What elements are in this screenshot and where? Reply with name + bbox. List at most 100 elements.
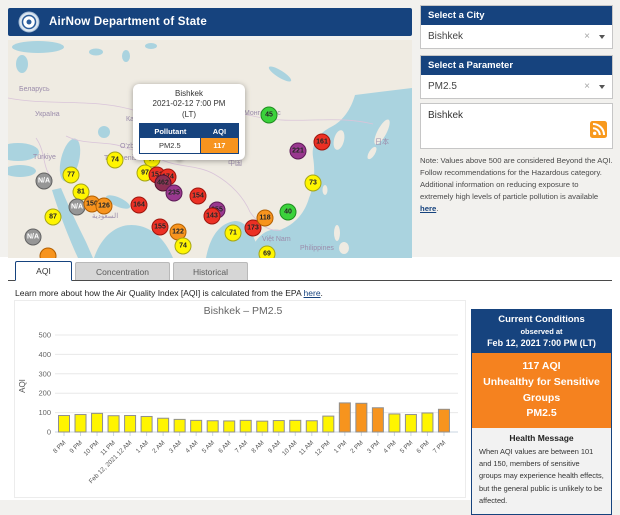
rss-icon [590,121,607,138]
observed-at-datetime: Feb 12, 2021 7:00 PM (LT) [474,338,609,348]
aqi-bar[interactable] [290,420,301,432]
aqi-bar[interactable] [389,414,400,432]
feed-box: Bishkek [420,103,613,149]
aqi-bar[interactable] [438,409,449,432]
aqi-marker[interactable]: N/A [36,173,53,190]
tab-aqi[interactable]: AQI [15,261,72,281]
city-select[interactable]: Bishkek × [421,25,612,48]
aqi-marker[interactable]: 69 [259,246,276,259]
map[interactable]: БеларусьУкраїнаTürkiyeКазахстанO'zbekist… [8,40,412,258]
y-axis-label: AQI [18,379,27,393]
tab-bar: AQI Concentration Historical [8,261,612,281]
x-tick-label: 7 AM [234,439,249,454]
parameter-select[interactable]: PM2.5 × [421,75,612,98]
x-tick-label: 10 PM [82,439,100,457]
aqi-bar[interactable] [92,413,103,432]
tab-concentration[interactable]: Concentration [75,262,170,280]
x-tick-label: 10 AM [281,439,299,457]
x-tick-label: 2 AM [151,439,166,454]
aqi-marker[interactable] [40,248,57,259]
health-message-text: When AQI values are between 101 and 150,… [479,446,604,507]
aqi-marker[interactable]: 161 [314,134,331,151]
x-tick-label: 4 PM [382,439,398,455]
x-tick-label: 8 PM [52,439,68,455]
aqi-marker[interactable]: 71 [225,225,242,242]
rss-feed-button[interactable] [590,121,607,143]
x-tick-label: 6 PM [415,439,431,455]
aqi-bar[interactable] [422,413,433,432]
aqi-marker[interactable]: 118 [257,210,274,227]
aqi-marker[interactable]: 155 [152,219,169,236]
aqi-bar[interactable] [125,416,136,432]
aqi-bar[interactable] [224,421,235,432]
app-title: AirNow Department of State [49,16,207,28]
parameter-clear-icon[interactable]: × [584,82,590,92]
x-tick-label: 8 AM [250,439,265,454]
aqi-marker[interactable]: 221 [290,143,307,160]
aqi-marker[interactable]: 143 [204,208,221,225]
aqi-note-suffix: . [436,204,438,213]
learn-more-text: Learn more about how the Air Quality Ind… [15,288,304,298]
aqi-bar-chart: Bishkek – PM2.5AQI01002003004005008 PM9 … [15,301,465,497]
aqi-marker[interactable]: 235 [166,185,183,202]
aqi-bar[interactable] [356,403,367,432]
aqi-bar[interactable] [257,421,268,432]
learn-more-suffix: . [321,288,323,298]
aqi-bar[interactable] [191,420,202,432]
current-conditions-panel: Current Conditions observed at Feb 12, 2… [471,309,612,515]
aqi-note-link[interactable]: here [420,204,436,213]
popup-aqi-value: 117 [201,138,238,153]
aqi-bar[interactable] [207,421,218,432]
aqi-bar[interactable] [372,408,383,432]
map-popup: Bishkek 2021-02-12 7:00 PM (LT) Pollutan… [133,84,245,160]
select-city-label: Select a City [421,6,612,25]
aqi-bar[interactable] [174,419,185,432]
popup-col-pollutant: Pollutant [140,124,201,138]
aqi-marker[interactable]: 73 [305,175,322,192]
popup-datetime: 2021-02-12 7:00 PM [139,99,239,109]
aqi-bar[interactable] [108,416,119,432]
y-tick-label: 100 [38,408,51,417]
aqi-marker[interactable]: 164 [131,197,148,214]
aqi-marker[interactable]: N/A [25,229,42,246]
aqi-bar[interactable] [339,403,350,432]
aqi-bar[interactable] [75,415,86,432]
aqi-marker[interactable]: 74 [175,238,192,255]
department-of-state-seal-icon [18,11,40,33]
x-tick-label: 12 PM [314,439,332,457]
x-tick-label: 7 PM [432,439,448,455]
aqi-marker[interactable]: 40 [280,204,297,221]
parameter-chevron-down-icon[interactable] [599,85,605,89]
x-tick-label: 1 AM [135,439,150,454]
city-clear-icon[interactable]: × [584,32,590,42]
city-chevron-down-icon[interactable] [599,35,605,39]
aqi-bar[interactable] [306,421,317,432]
aqi-bar[interactable] [323,416,334,432]
aqi-bar[interactable] [59,416,70,432]
aqi-marker[interactable]: 126 [96,198,113,215]
aqi-bar[interactable] [158,418,169,432]
observed-at-label: observed at [474,327,609,336]
aqi-status-block: 117 AQI Unhealthy for Sensitive Groups P… [472,353,611,428]
tab-historical[interactable]: Historical [173,262,248,280]
aqi-marker[interactable]: 45 [261,107,278,124]
x-tick-label: 5 AM [201,439,216,454]
aqi-note: Note: Values above 500 are considered Be… [420,155,613,215]
y-tick-label: 400 [38,350,51,359]
learn-more-link[interactable]: here [304,288,321,298]
learn-more: Learn more about how the Air Quality Ind… [15,288,323,298]
x-tick-label: 1 PM [333,439,349,455]
aqi-pollutant: PM2.5 [475,406,608,422]
aqi-bar[interactable] [405,415,416,432]
y-tick-label: 0 [47,428,51,437]
aqi-bar[interactable] [273,421,284,432]
aqi-bar[interactable] [141,416,152,432]
aqi-marker[interactable]: 77 [63,167,80,184]
x-tick-label: 6 AM [217,439,232,454]
y-tick-label: 200 [38,389,51,398]
x-tick-label: 11 AM [298,439,315,456]
aqi-bar[interactable] [240,420,251,432]
aqi-marker[interactable]: 154 [190,188,207,205]
aqi-marker[interactable]: 74 [107,152,124,169]
aqi-marker[interactable]: 87 [45,209,62,226]
